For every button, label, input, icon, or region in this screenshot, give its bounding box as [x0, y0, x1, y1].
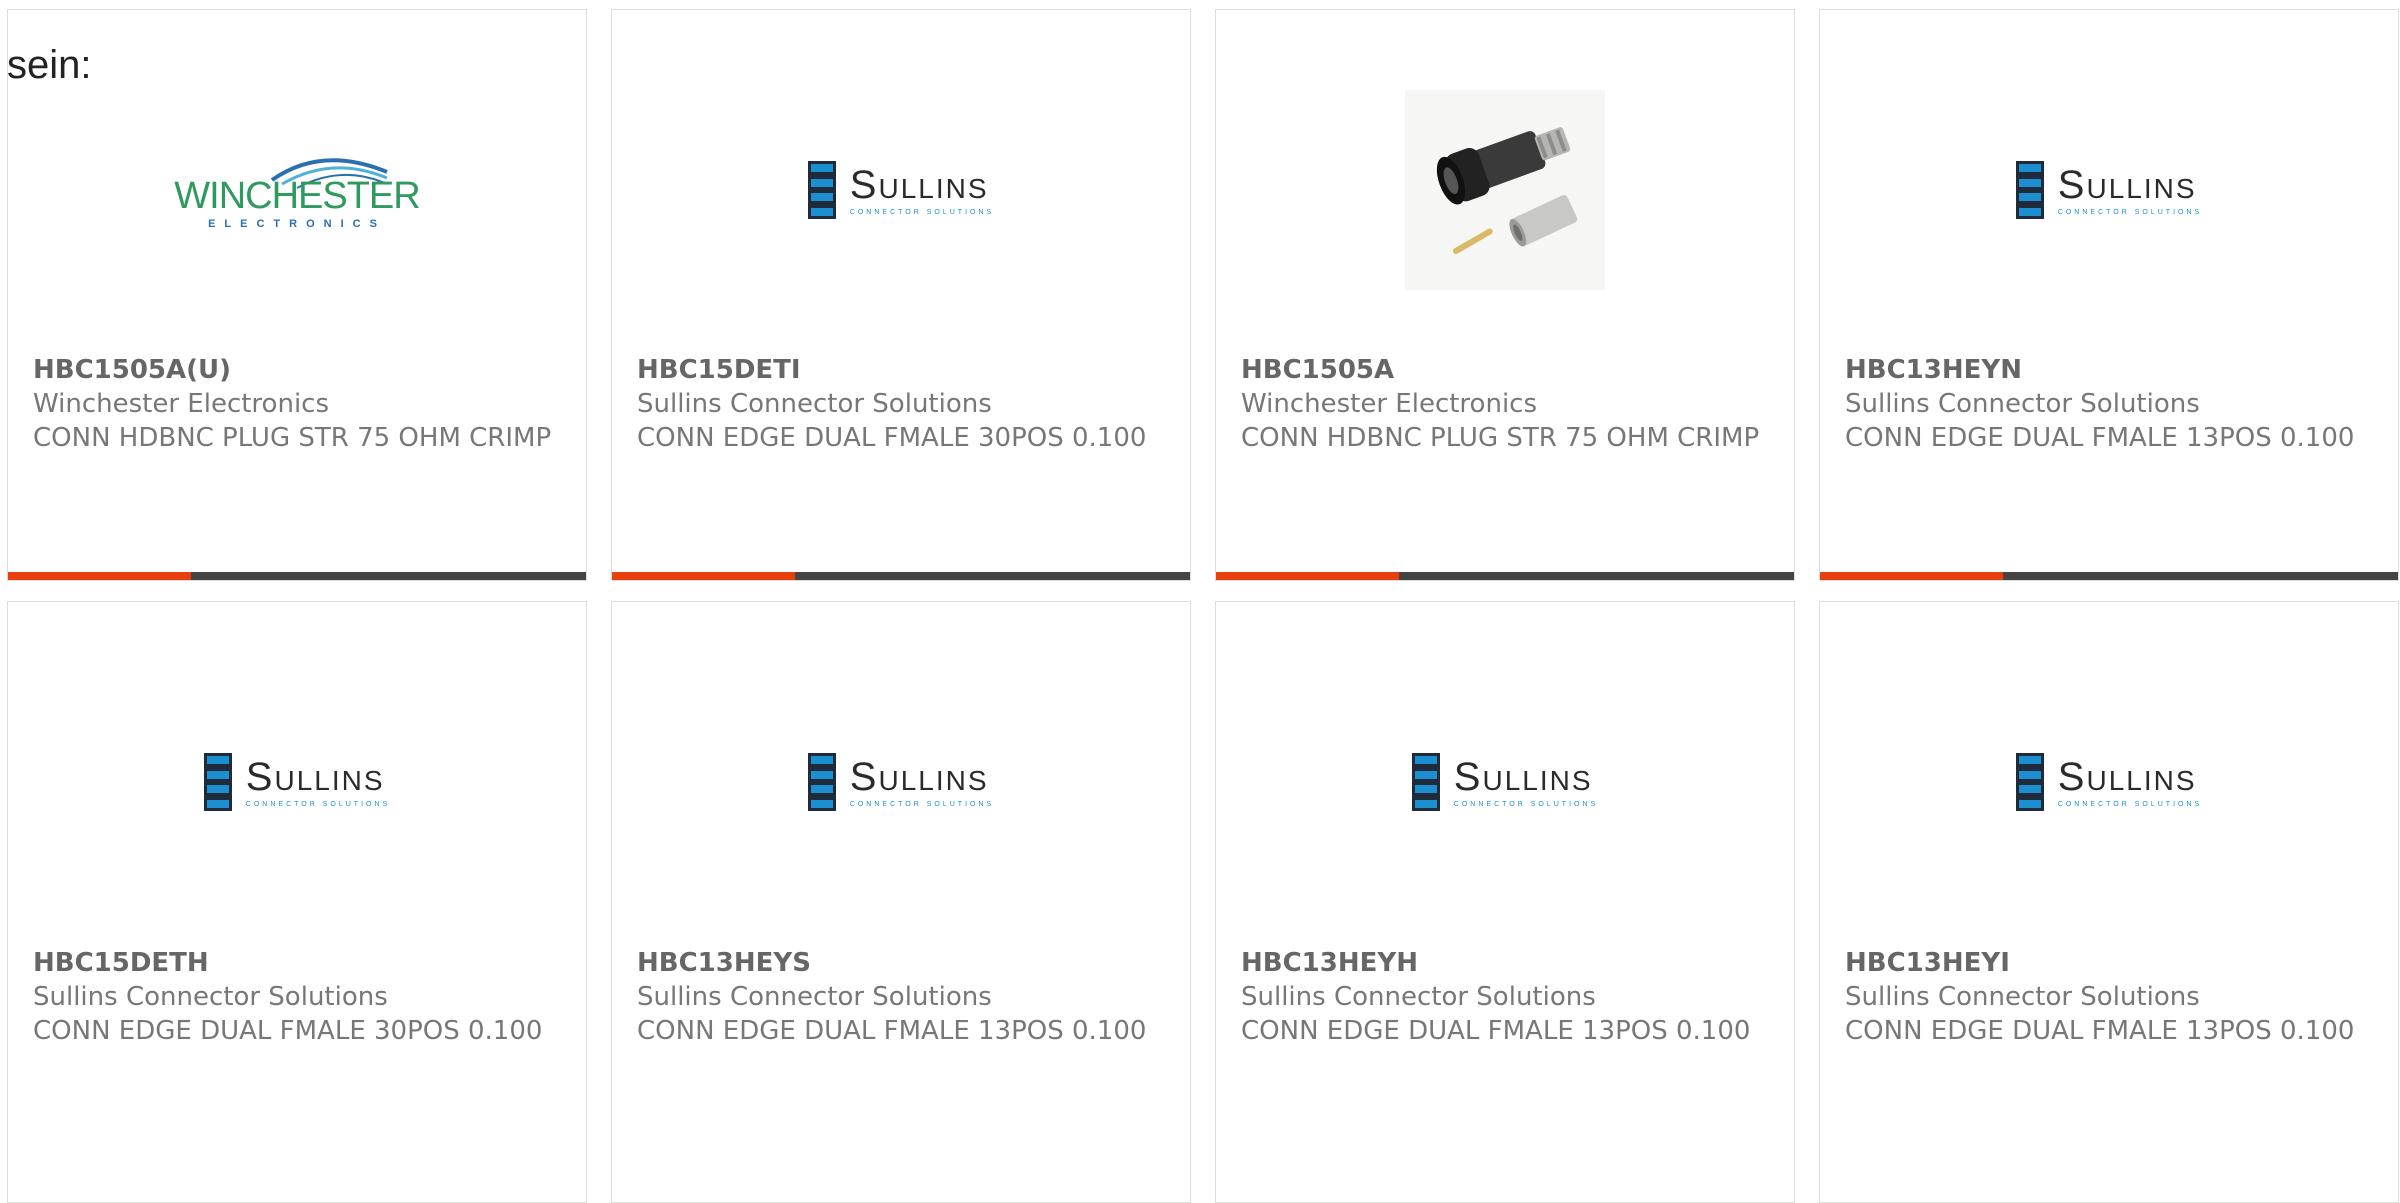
part-number[interactable]: HBC1505A(U) [33, 353, 566, 387]
part-number[interactable]: HBC15DETH [33, 946, 566, 980]
sullins-subtitle: Connector Solutions [2057, 208, 2203, 216]
description: CONN EDGE DUAL FMALE 13POS 0.100 [1241, 1016, 1751, 1046]
sullins-logo: Sullins Connector Solutions [807, 753, 995, 811]
product-card[interactable]: Sullins Connector Solutions HBC15DETI Su… [611, 9, 1191, 581]
product-card[interactable]: Sullins Connector Solutions HBC13HEYS Su… [611, 601, 1191, 1203]
part-number[interactable]: HBC13HEYI [1845, 946, 2378, 980]
sullins-mark-icon [203, 753, 232, 811]
description: CONN HDBNC PLUG STR 75 OHM CRIMP [33, 423, 552, 453]
winchester-wordmark: WINCHESTER [174, 175, 420, 217]
manufacturer: Sullins Connector Solutions [1845, 982, 2200, 1012]
product-card[interactable]: Sullins Connector Solutions HBC13HEYN Su… [1819, 9, 2399, 581]
product-info: HBC13HEYH Sullins Connector Solutions CO… [1241, 946, 1774, 1048]
winchester-logo: WINCHESTER ELECTRONICS [174, 150, 421, 230]
card-bottom-bar [8, 572, 586, 580]
connector-photo [1405, 90, 1605, 290]
manufacturer: Sullins Connector Solutions [1241, 982, 1596, 1012]
card-accent-bar [8, 572, 191, 580]
card-accent-bar [1820, 572, 2003, 580]
sullins-wordmark: Sullins [849, 754, 989, 799]
sullins-logo: Sullins Connector Solutions [203, 753, 391, 811]
part-number[interactable]: HBC1505A [1241, 353, 1774, 387]
sullins-wordmark: Sullins [2057, 162, 2197, 207]
product-info: HBC15DETI Sullins Connector Solutions CO… [637, 353, 1170, 455]
description: CONN EDGE DUAL FMALE 13POS 0.100 [637, 1016, 1147, 1046]
product-image[interactable]: Sullins Connector Solutions [612, 70, 1190, 310]
sullins-subtitle: Connector Solutions [2057, 800, 2203, 808]
manufacturer: Sullins Connector Solutions [1845, 389, 2200, 419]
card-accent-bar [1216, 572, 1399, 580]
product-info: HBC1505A(U) Winchester Electronics CONN … [33, 353, 566, 455]
product-image[interactable] [1216, 70, 1794, 310]
product-card[interactable]: Sullins Connector Solutions HBC13HEYI Su… [1819, 601, 2399, 1203]
description: CONN EDGE DUAL FMALE 13POS 0.100 [1845, 1016, 2355, 1046]
sullins-mark-icon [807, 161, 836, 219]
product-image[interactable]: Sullins Connector Solutions [1820, 662, 2398, 902]
description: CONN EDGE DUAL FMALE 13POS 0.100 [1845, 423, 2355, 453]
product-card[interactable]: HBC1505A Winchester Electronics CONN HDB… [1215, 9, 1795, 581]
manufacturer: Sullins Connector Solutions [637, 982, 992, 1012]
manufacturer: Winchester Electronics [1241, 389, 1538, 419]
part-number[interactable]: HBC15DETI [637, 353, 1170, 387]
winchester-subtitle: ELECTRONICS [208, 218, 386, 230]
product-info: HBC15DETH Sullins Connector Solutions CO… [33, 946, 566, 1048]
sullins-subtitle: Connector Solutions [849, 800, 995, 808]
product-grid: WINCHESTER ELECTRONICS HBC1505A(U) Winch… [7, 9, 2400, 1203]
sullins-subtitle: Connector Solutions [1453, 800, 1599, 808]
sullins-wordmark: Sullins [2057, 754, 2197, 799]
sullins-subtitle: Connector Solutions [849, 208, 995, 216]
product-image[interactable]: WINCHESTER ELECTRONICS [8, 70, 586, 310]
sullins-mark-icon [2015, 161, 2044, 219]
sullins-mark-icon [2015, 753, 2044, 811]
sullins-logo: Sullins Connector Solutions [807, 161, 995, 219]
sullins-wordmark: Sullins [849, 162, 989, 207]
sullins-mark-icon [807, 753, 836, 811]
product-info: HBC13HEYI Sullins Connector Solutions CO… [1845, 946, 2378, 1048]
card-accent-bar [612, 572, 795, 580]
product-info: HBC1505A Winchester Electronics CONN HDB… [1241, 353, 1774, 455]
sullins-mark-icon [1411, 753, 1440, 811]
product-image[interactable]: Sullins Connector Solutions [612, 662, 1190, 902]
description: CONN EDGE DUAL FMALE 30POS 0.100 [33, 1016, 543, 1046]
sullins-subtitle: Connector Solutions [245, 800, 391, 808]
description: CONN HDBNC PLUG STR 75 OHM CRIMP [1241, 423, 1760, 453]
product-info: HBC13HEYS Sullins Connector Solutions CO… [637, 946, 1170, 1048]
product-card[interactable]: Sullins Connector Solutions HBC15DETH Su… [7, 601, 587, 1203]
product-image[interactable]: Sullins Connector Solutions [8, 662, 586, 902]
sullins-wordmark: Sullins [1453, 754, 1593, 799]
manufacturer: Sullins Connector Solutions [33, 982, 388, 1012]
manufacturer: Sullins Connector Solutions [637, 389, 992, 419]
part-number[interactable]: HBC13HEYH [1241, 946, 1774, 980]
intro-text: sein: [7, 43, 92, 87]
product-image[interactable]: Sullins Connector Solutions [1216, 662, 1794, 902]
product-card[interactable]: WINCHESTER ELECTRONICS HBC1505A(U) Winch… [7, 9, 587, 581]
sullins-wordmark: Sullins [245, 754, 385, 799]
part-number[interactable]: HBC13HEYN [1845, 353, 2378, 387]
part-number[interactable]: HBC13HEYS [637, 946, 1170, 980]
card-bottom-bar [1820, 572, 2398, 580]
sullins-logo: Sullins Connector Solutions [2015, 161, 2203, 219]
product-image[interactable]: Sullins Connector Solutions [1820, 70, 2398, 310]
description: CONN EDGE DUAL FMALE 30POS 0.100 [637, 423, 1147, 453]
sullins-logo: Sullins Connector Solutions [1411, 753, 1599, 811]
product-card[interactable]: Sullins Connector Solutions HBC13HEYH Su… [1215, 601, 1795, 1203]
card-bottom-bar [1216, 572, 1794, 580]
manufacturer: Winchester Electronics [33, 389, 330, 419]
sullins-logo: Sullins Connector Solutions [2015, 753, 2203, 811]
product-info: HBC13HEYN Sullins Connector Solutions CO… [1845, 353, 2378, 455]
card-bottom-bar [612, 572, 1190, 580]
